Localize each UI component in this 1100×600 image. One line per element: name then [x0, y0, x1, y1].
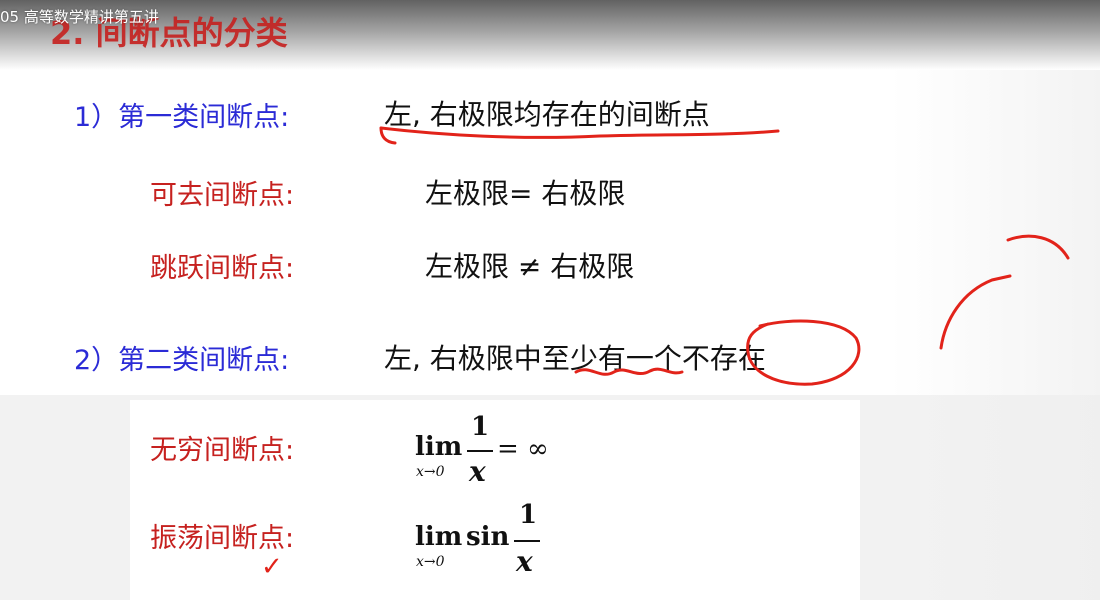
oscillating-lim-subscript: x→0	[416, 554, 445, 570]
second-kind-definition-middle: 一个	[625, 342, 682, 375]
infinite-lim: lim	[415, 432, 463, 462]
oscillating-sin: sin	[466, 522, 510, 552]
video-frame: 2. 间断点的分类 05 高等数学精讲第五讲 1）第一类间断点: 左, 右极限均…	[0, 0, 1100, 600]
removable-label: 可去间断点:	[150, 180, 295, 211]
oscillating-fraction-numerator: 1	[519, 500, 538, 530]
jump-condition: 左极限 ≠ 右极限	[425, 250, 635, 283]
first-kind-definition: 左, 右极限均存在的间断点	[384, 98, 710, 131]
infinite-fraction-numerator: 1	[471, 412, 490, 442]
second-kind-definition: 左, 右极限中至少有一个不存在	[384, 337, 766, 377]
jump-label: 跳跃间断点:	[150, 253, 295, 284]
infinite-lim-subscript: x→0	[416, 464, 445, 480]
infinite-label: 无穷间断点:	[150, 435, 295, 466]
check-mark-annotation: ✓	[261, 552, 283, 582]
infinite-fraction-bar	[467, 450, 493, 452]
second-kind-definition-circled: 不存在	[681, 342, 766, 375]
second-kind-definition-underlined: 至少有	[541, 342, 626, 375]
first-kind-label: 1）第一类间断点:	[74, 102, 290, 133]
second-kind-label: 2）第二类间断点:	[74, 345, 290, 376]
video-title: 05 高等数学精讲第五讲	[0, 8, 159, 26]
oscillating-label: 振荡间断点:	[150, 523, 295, 554]
removable-condition: 左极限= 右极限	[425, 177, 626, 210]
oscillating-fraction-denominator: x	[516, 545, 533, 578]
infinite-fraction-denominator: x	[469, 455, 486, 488]
infinite-result: = ∞	[497, 434, 549, 464]
right-shade-panel	[890, 70, 1100, 600]
oscillating-fraction-bar	[514, 540, 540, 542]
second-kind-definition-prefix: 左, 右极限中	[384, 342, 542, 375]
oscillating-lim: lim	[415, 522, 463, 552]
